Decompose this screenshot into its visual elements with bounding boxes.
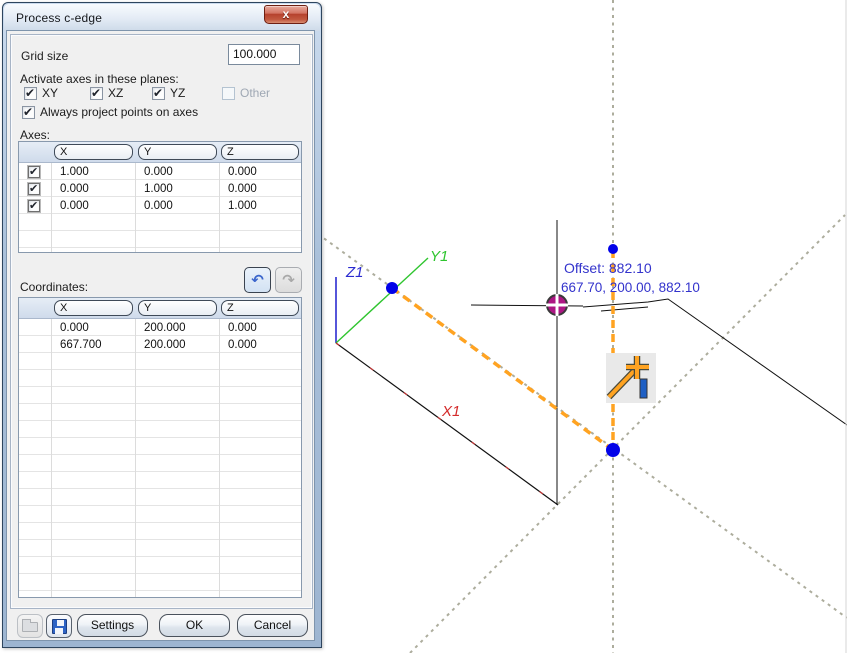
axes-cell[interactable]: 1.000 (144, 182, 173, 198)
planes-label: Activate axes in these planes: (20, 72, 179, 86)
axes-cell[interactable]: 0.000 (144, 199, 173, 215)
vertex-point-start[interactable] (386, 282, 398, 294)
axes-cell[interactable]: 1.000 (60, 165, 89, 181)
coordinate-cell[interactable]: 200.000 (144, 321, 186, 337)
axes-cell[interactable]: 0.000 (60, 182, 89, 198)
undo-button[interactable]: ↶ (244, 267, 271, 293)
coordinates-column-z[interactable]: Z (221, 300, 299, 316)
coordinates-table-body (19, 319, 301, 597)
plane-xy-checkbox[interactable] (24, 87, 37, 100)
axes-table: X Y Z 1.000 0.000 0.000 0.000 1.000 0.00… (18, 141, 302, 253)
axis-z-label: Z1 (345, 264, 364, 281)
axis-row1-checkbox[interactable] (28, 166, 40, 178)
grid-size-input[interactable]: 100.000 (228, 44, 300, 65)
wireframe-edge-short (601, 307, 648, 311)
axis-x-label: X1 (441, 403, 460, 420)
undo-icon: ↶ (251, 271, 264, 289)
offset-annotation: Offset: 882.10 (564, 260, 652, 276)
axes-cell[interactable]: 1.000 (228, 199, 257, 215)
close-button[interactable]: x (264, 5, 308, 24)
application-window: Z1 Y1 X1 Offset: 882.10 667.70, 200.00, … (0, 0, 847, 653)
vertex-point-offset[interactable] (608, 244, 618, 254)
redo-button: ↷ (275, 267, 302, 293)
plane-xy-label: XY (42, 86, 58, 100)
dialog-title: Process c-edge (4, 11, 102, 25)
axes-cell[interactable]: 0.000 (228, 182, 257, 198)
axes-cell[interactable]: 0.000 (228, 165, 257, 181)
plane-xz-checkbox[interactable] (90, 87, 103, 100)
plane-xz-label: XZ (108, 86, 123, 100)
coordinate-cell[interactable]: 0.000 (228, 338, 257, 354)
coordinate-cell[interactable]: 200.000 (144, 338, 186, 354)
grid-size-label: Grid size (21, 49, 68, 63)
save-floppy-icon (52, 619, 67, 634)
ok-button[interactable]: OK (159, 614, 230, 637)
axes-section-label: Axes: (20, 128, 50, 142)
axis-row3-checkbox[interactable] (28, 200, 40, 212)
snap-cursor (546, 294, 568, 316)
cursor-coordinates-annotation: 667.70, 200.00, 882.10 (561, 280, 700, 295)
axes-column-x[interactable]: X (54, 144, 133, 160)
plane-yz-checkbox[interactable] (152, 87, 165, 100)
settings-button[interactable]: Settings (77, 614, 148, 637)
axes-column-z[interactable]: Z (221, 144, 299, 160)
coordinates-column-x[interactable]: X (54, 300, 133, 316)
plane-yz-option[interactable]: YZ (152, 86, 185, 100)
coordinates-column-y[interactable]: Y (138, 300, 217, 316)
process-c-edge-dialog: Process c-edge x Grid size 100.000 Activ… (2, 2, 322, 648)
coordinate-cell[interactable]: 0.000 (228, 321, 257, 337)
plane-yz-label: YZ (170, 86, 185, 100)
vertex-point-corner[interactable] (606, 443, 620, 457)
coordinate-cell[interactable]: 667.700 (60, 338, 102, 354)
plane-other-label: Other (240, 86, 270, 100)
project-points-option[interactable]: Always project points on axes (22, 105, 198, 119)
plane-xy-option[interactable]: XY (24, 86, 58, 100)
open-folder-icon (22, 622, 38, 632)
axes-column-y[interactable]: Y (138, 144, 217, 160)
axes-cell[interactable]: 0.000 (144, 165, 173, 181)
cancel-button[interactable]: Cancel (237, 614, 308, 637)
coordinates-table-header: X Y Z (19, 298, 301, 319)
coordinate-cell[interactable]: 0.000 (60, 321, 89, 337)
draw-mode-cursor-icon (606, 353, 656, 403)
axes-cell[interactable]: 0.000 (60, 199, 89, 215)
plane-other-checkbox (222, 87, 235, 100)
project-points-label: Always project points on axes (40, 105, 198, 119)
axis-row2-checkbox[interactable] (28, 183, 40, 195)
axis-y-label: Y1 (430, 248, 448, 265)
project-points-checkbox[interactable] (22, 106, 35, 119)
plane-xz-option[interactable]: XZ (90, 86, 123, 100)
dialog-client-area: Grid size 100.000 Activate axes in these… (7, 31, 314, 640)
redo-icon: ↷ (282, 271, 295, 289)
save-button[interactable] (46, 614, 72, 638)
plane-other-option: Other (222, 86, 270, 100)
selected-edge-diagonal[interactable] (392, 288, 613, 450)
coordinates-section-label: Coordinates: (20, 280, 88, 294)
coordinates-table: X Y Z 0.000 200.000 0.000 667.700 200.00… (18, 297, 302, 598)
axes-table-header: X Y Z (19, 142, 301, 163)
open-button (17, 614, 43, 638)
